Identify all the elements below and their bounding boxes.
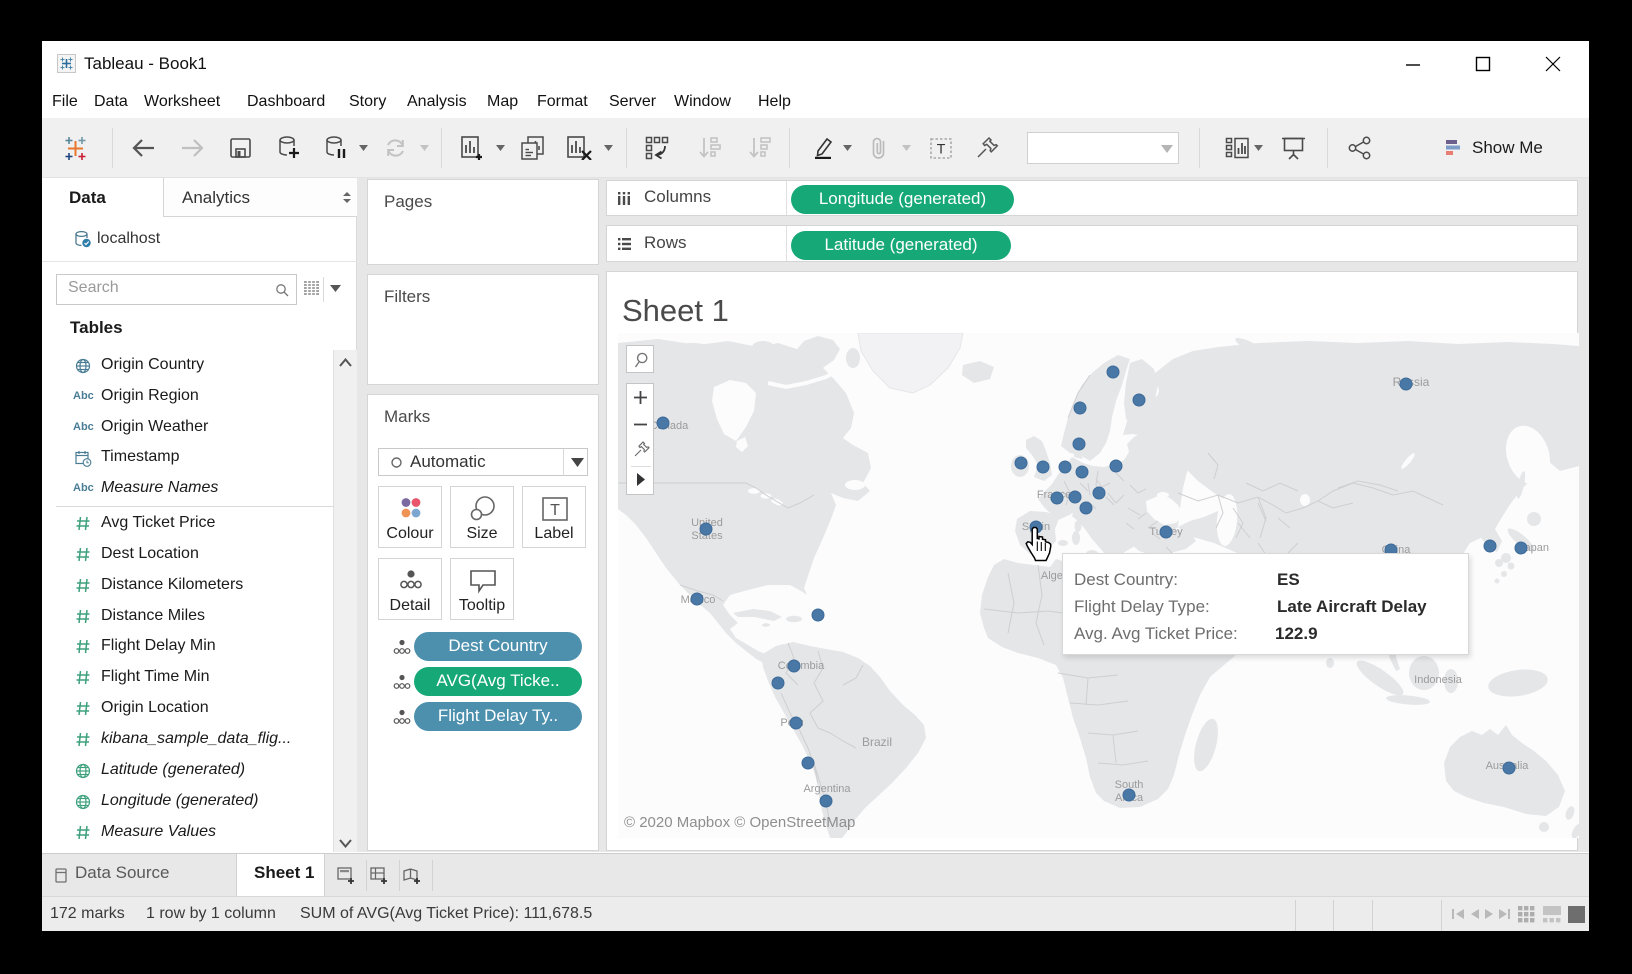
svg-text:T: T xyxy=(937,141,946,157)
svg-text:T: T xyxy=(550,502,560,519)
svg-text:Argentina: Argentina xyxy=(803,783,851,795)
svg-text:Brazil: Brazil xyxy=(862,735,892,749)
svg-text:Colombia: Colombia xyxy=(778,660,825,672)
svg-text:Indonesia: Indonesia xyxy=(1414,674,1463,686)
svg-text:Canada: Canada xyxy=(650,420,689,432)
